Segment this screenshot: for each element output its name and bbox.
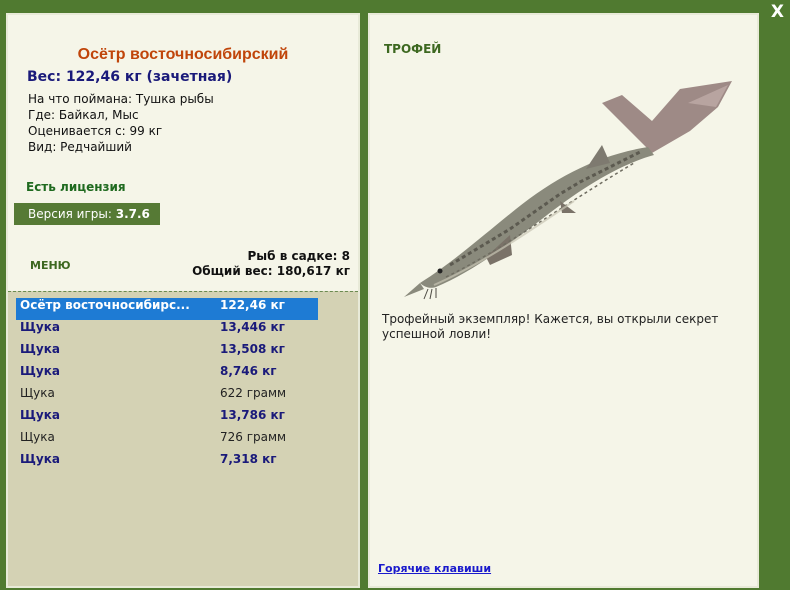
fish-value: Оценивается с: 99 кг — [28, 124, 163, 138]
trophy-panel: ТРОФЕЙ Трофейный экземпляр! Кажется, вы … — [368, 13, 759, 588]
catch-name: Осётр восточносибирс... — [20, 298, 190, 312]
catch-weight: 8,746 кг — [220, 364, 277, 378]
catch-list: Осётр восточносибирс... 122,46 кг Щука 1… — [8, 291, 358, 586]
fish-name-title: Осётр восточносибирский — [77, 46, 289, 63]
menu-button[interactable]: МЕНЮ — [30, 259, 71, 272]
version-prefix: Версия игры: — [28, 207, 116, 221]
license-status: Есть лицензия — [26, 180, 126, 194]
close-button[interactable]: X — [771, 2, 784, 22]
sturgeon-image — [404, 81, 732, 300]
fish-info-panel-inner: Осётр восточносибирский Вес: 122,46 кг (… — [8, 15, 358, 586]
catch-name: Щука — [20, 386, 55, 400]
catch-row[interactable]: Щука 13,508 кг — [16, 342, 318, 364]
fish-rarity: Вид: Редчайший — [28, 140, 132, 154]
fish-bait: На что поймана: Тушка рыбы — [28, 92, 214, 106]
fish-place: Где: Байкал, Мыс — [28, 108, 139, 122]
cage-stats: Рыб в садке: 8 Общий вес: 180,617 кг — [192, 249, 350, 279]
trophy-message: Трофейный экземпляр! Кажется, вы открыли… — [382, 312, 719, 341]
version-number: 3.7.6 — [115, 207, 150, 221]
catch-row[interactable]: Щука 7,318 кг — [16, 452, 318, 474]
catch-weight: 622 грамм — [220, 386, 287, 400]
game-version-bar: Версия игры: 3.7.6 — [14, 203, 160, 225]
catch-row[interactable]: Щука 13,446 кг — [16, 320, 318, 342]
catch-row[interactable]: Осётр восточносибирс... 122,46 кг — [16, 298, 318, 320]
cage-fish-count: Рыб в садке: 8 — [247, 249, 351, 263]
cage-total-weight: Общий вес: 180,617 кг — [192, 264, 350, 278]
catch-name: Щука — [20, 430, 55, 444]
catch-name: Щука — [20, 452, 60, 466]
catch-name: Щука — [20, 342, 60, 356]
trophy-panel-inner: ТРОФЕЙ Трофейный экземпляр! Кажется, вы … — [370, 15, 757, 586]
catch-row[interactable]: Щука 726 грамм — [16, 430, 318, 452]
catch-weight: 13,786 кг — [220, 408, 285, 422]
catch-row[interactable]: Щука 13,786 кг — [16, 408, 318, 430]
catch-row[interactable]: Щука 8,746 кг — [16, 364, 318, 386]
catch-weight: 7,318 кг — [220, 452, 277, 466]
catch-name: Щука — [20, 320, 60, 334]
fish-weight: Вес: 122,46 кг (зачетная) — [27, 69, 233, 85]
catch-weight: 726 грамм — [220, 430, 287, 444]
catch-name: Щука — [20, 364, 60, 378]
catch-weight: 13,446 кг — [220, 320, 285, 334]
catch-row[interactable]: Щука 622 грамм — [16, 386, 318, 408]
catch-weight: 122,46 кг — [220, 298, 285, 312]
fish-info-panel: Осётр восточносибирский Вес: 122,46 кг (… — [6, 13, 360, 588]
hotkeys-link[interactable]: Горячие клавиши — [378, 562, 491, 575]
catch-name: Щука — [20, 408, 60, 422]
catch-weight: 13,508 кг — [220, 342, 285, 356]
